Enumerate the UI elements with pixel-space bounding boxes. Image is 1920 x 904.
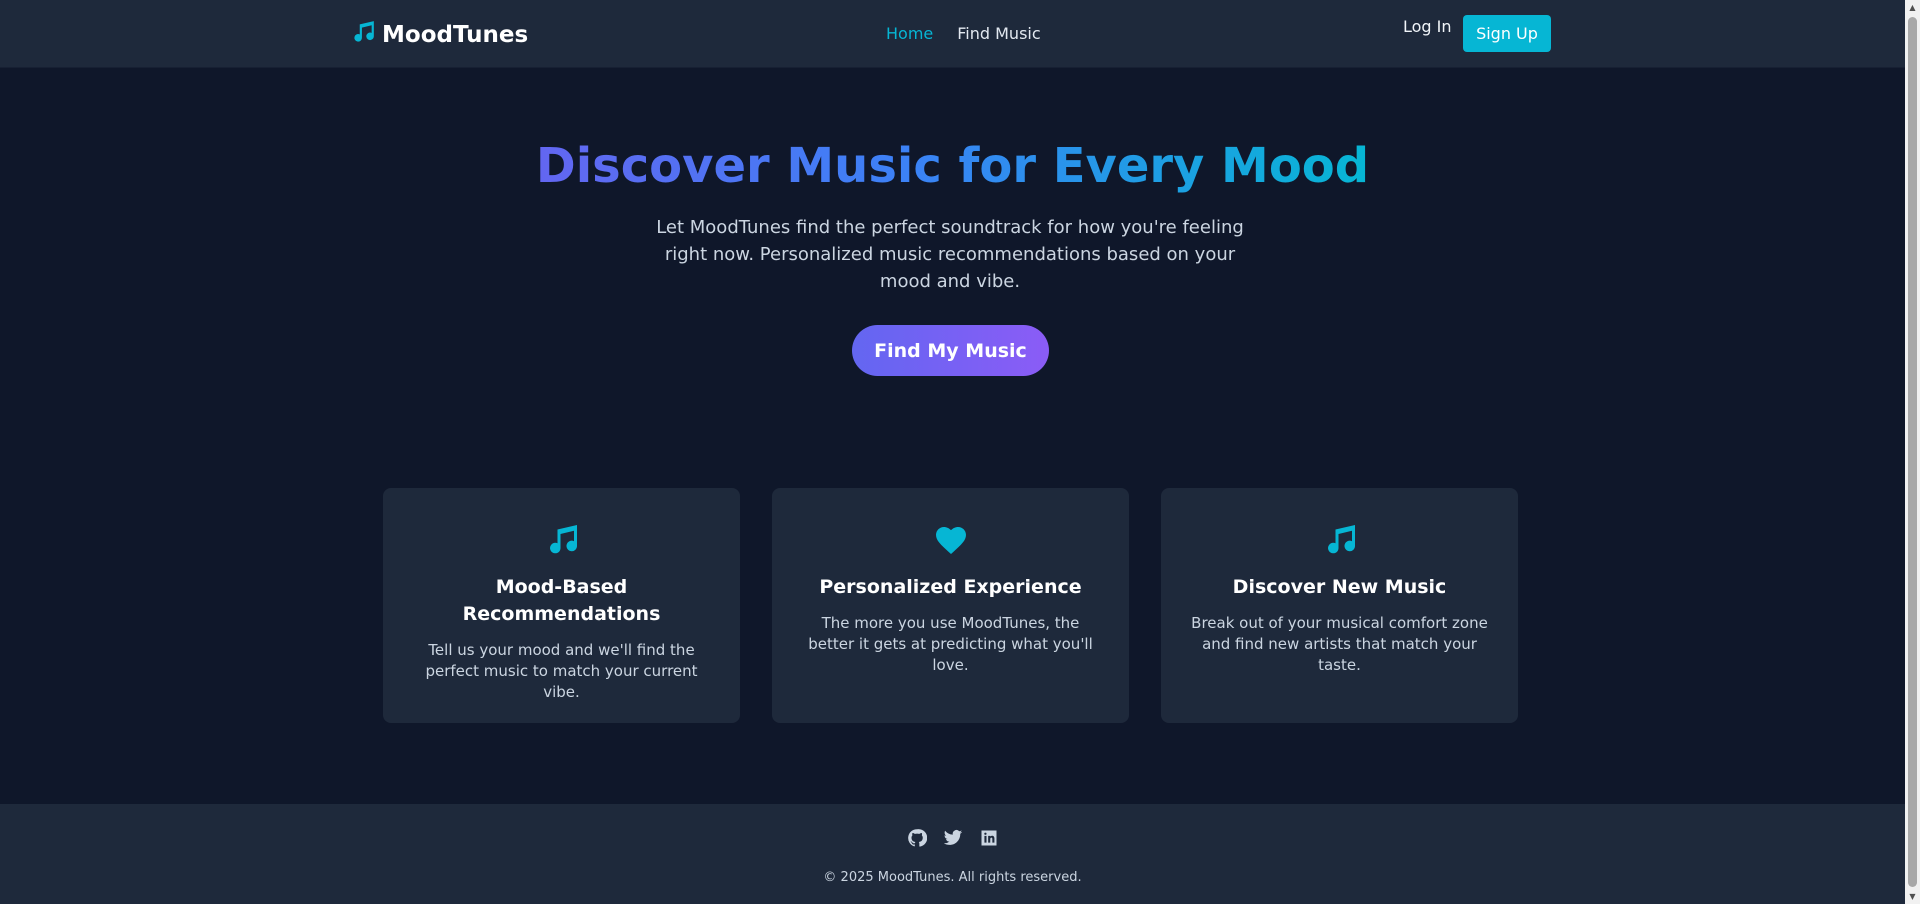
scroll-up-arrow-icon[interactable]: ▲: [1905, 0, 1920, 15]
signup-button[interactable]: Sign Up: [1463, 15, 1551, 52]
github-icon[interactable]: [907, 828, 927, 848]
vertical-scrollbar[interactable]: ▲ ▼: [1905, 0, 1920, 904]
find-my-music-button[interactable]: Find My Music: [852, 325, 1049, 376]
login-link[interactable]: Log In: [1403, 17, 1452, 36]
feature-title: Personalized Experience: [819, 576, 1082, 598]
nav-home[interactable]: Home: [886, 24, 933, 43]
hero-subtitle: Let MoodTunes find the perfect soundtrac…: [656, 217, 1244, 292]
nav-find-music[interactable]: Find Music: [957, 24, 1040, 43]
heart-icon: [802, 522, 1099, 558]
feature-text: Tell us your mood and we'll find the per…: [425, 641, 698, 701]
brand-logo[interactable]: MoodTunes: [350, 20, 528, 50]
feature-card: Personalized Experience The more you use…: [772, 488, 1129, 723]
music-note-icon: [350, 19, 376, 51]
hero-title-text: Discover Music for Every Mood: [535, 138, 1370, 194]
social-links: [0, 828, 1905, 848]
feature-title: Discover New Music: [1232, 576, 1447, 598]
music-note-icon: [413, 522, 710, 558]
feature-card: Discover New Music Break out of your mus…: [1161, 488, 1518, 723]
hero-title: Discover Music for Every Mood: [0, 136, 1905, 196]
nav-links: Home Find Music: [886, 24, 1041, 43]
scroll-down-arrow-icon[interactable]: ▼: [1905, 889, 1920, 904]
scrollbar-thumb[interactable]: [1908, 17, 1917, 887]
copyright-text: © 2025 MoodTunes. All rights reserved.: [823, 870, 1082, 885]
feature-title: Mood-Based Recommendations: [462, 576, 661, 625]
twitter-icon[interactable]: [943, 828, 963, 848]
page: MoodTunes Home Find Music Log In Sign Up…: [0, 0, 1905, 904]
feature-text: The more you use MoodTunes, the better i…: [808, 614, 1093, 674]
music-note-icon: [1191, 522, 1488, 558]
navbar: MoodTunes Home Find Music Log In Sign Up: [0, 0, 1905, 68]
brand-name: MoodTunes: [382, 22, 529, 48]
feature-card: Mood-Based Recommendations Tell us your …: [383, 488, 740, 723]
footer: © 2025 MoodTunes. All rights reserved.: [0, 804, 1905, 904]
feature-text: Break out of your musical comfort zone a…: [1191, 614, 1488, 674]
linkedin-icon[interactable]: [979, 828, 999, 848]
